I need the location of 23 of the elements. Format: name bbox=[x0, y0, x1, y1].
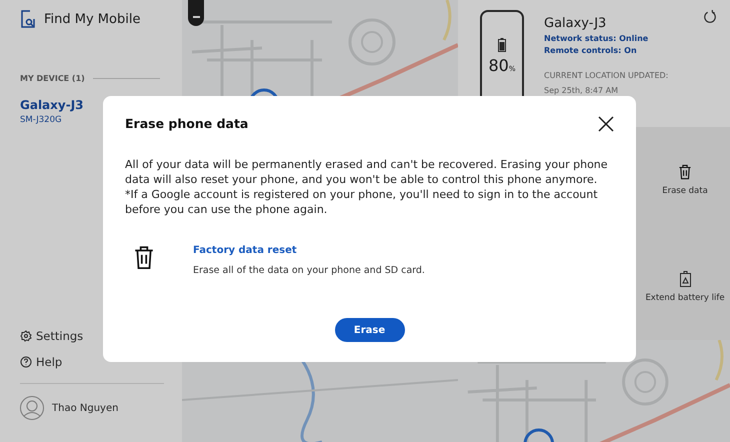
location-label: CURRENT LOCATION UPDATED: bbox=[544, 71, 668, 80]
trash-icon bbox=[678, 164, 692, 180]
device-model: SM-J320G bbox=[20, 115, 62, 125]
settings-link[interactable]: Settings bbox=[36, 329, 84, 343]
avatar-icon bbox=[20, 396, 44, 420]
battery-icon bbox=[498, 38, 506, 52]
search-phone-icon bbox=[20, 10, 36, 28]
help-link[interactable]: Help bbox=[36, 355, 62, 369]
battery-icon bbox=[680, 270, 690, 287]
help-icon bbox=[20, 356, 32, 368]
user-name: Thao Nguyen bbox=[52, 402, 118, 414]
remote-controls-status: Remote controls: On bbox=[544, 46, 638, 55]
section-label: MY DEVICE (1) bbox=[20, 74, 85, 83]
refresh-button[interactable] bbox=[702, 10, 718, 26]
device-title: Galaxy-J3 bbox=[544, 16, 608, 31]
settings-icon bbox=[20, 330, 32, 342]
app-title: Find My Mobile bbox=[44, 12, 140, 26]
extend-battery-button[interactable]: Extend battery life bbox=[640, 234, 730, 340]
location-time: Sep 25th, 8:47 AM bbox=[544, 86, 619, 95]
trash-icon bbox=[133, 245, 155, 270]
erase-data-button[interactable]: Erase data bbox=[640, 127, 730, 234]
network-status: Network status: Online bbox=[544, 34, 650, 43]
close-button[interactable] bbox=[598, 116, 614, 132]
